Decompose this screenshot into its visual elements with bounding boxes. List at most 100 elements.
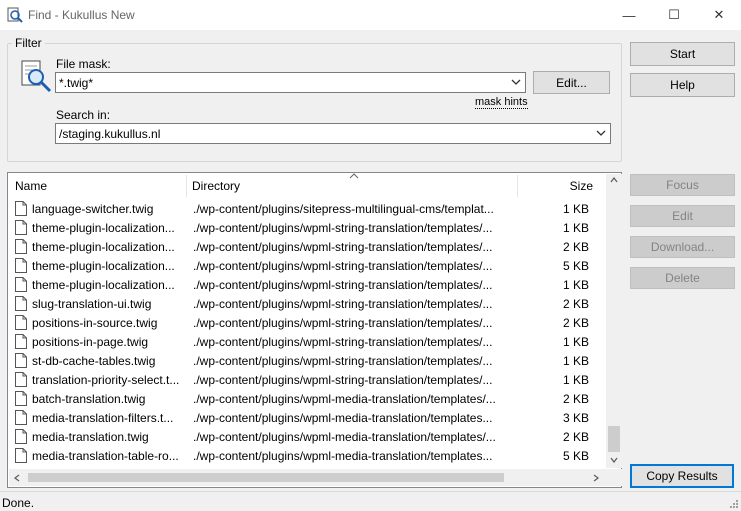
edit-mask-button[interactable]: Edit... bbox=[533, 71, 610, 94]
row-name: theme-plugin-localization... bbox=[32, 259, 175, 273]
scroll-down-icon[interactable] bbox=[610, 457, 618, 463]
row-directory: ./wp-content/plugins/wpml-string-transla… bbox=[193, 240, 493, 254]
row-name: positions-in-source.twig bbox=[32, 316, 158, 330]
table-row[interactable]: theme-plugin-localization... ./wp-content… bbox=[9, 218, 604, 237]
table-row[interactable]: media-translation-filters.t... ./wp-conte… bbox=[9, 408, 604, 427]
table-row[interactable]: theme-plugin-localization... ./wp-content… bbox=[9, 275, 604, 294]
row-size: 3 KB bbox=[562, 411, 589, 425]
file-icon bbox=[15, 296, 27, 311]
mask-hints-link[interactable]: mask hints bbox=[475, 96, 528, 109]
row-name: slug-translation-ui.twig bbox=[32, 297, 152, 311]
row-name: theme-plugin-localization... bbox=[32, 278, 175, 292]
table-row[interactable]: media-translation-table-ro... ./wp-conten… bbox=[9, 446, 604, 465]
row-name: translation-priority-select.t... bbox=[32, 373, 180, 387]
chevron-down-icon[interactable] bbox=[511, 76, 521, 88]
file-icon bbox=[15, 315, 27, 330]
row-size: 1 KB bbox=[562, 202, 589, 216]
file-mask-label: File mask: bbox=[56, 57, 111, 71]
row-size: 5 KB bbox=[562, 259, 589, 273]
row-size: 2 KB bbox=[562, 316, 589, 330]
row-name: media-translation.twig bbox=[32, 430, 149, 444]
table-row[interactable]: theme-plugin-localization... ./wp-content… bbox=[9, 256, 604, 275]
find-icon bbox=[7, 7, 23, 23]
table-row[interactable]: media-translation.twig ./wp-content/plugi… bbox=[9, 427, 604, 446]
table-row[interactable]: translation-priority-select.t... ./wp-con… bbox=[9, 370, 604, 389]
row-name: theme-plugin-localization... bbox=[32, 221, 175, 235]
scrollbar-corner bbox=[606, 469, 622, 486]
horizontal-scroll-thumb[interactable] bbox=[28, 473, 504, 482]
delete-button[interactable]: Delete bbox=[630, 267, 735, 289]
filter-group-label: Filter bbox=[12, 36, 45, 50]
scroll-left-icon[interactable] bbox=[14, 474, 20, 482]
row-size: 1 KB bbox=[562, 354, 589, 368]
scroll-right-icon[interactable] bbox=[593, 474, 599, 482]
scroll-up-icon[interactable] bbox=[610, 177, 618, 183]
row-directory: ./wp-content/plugins/wpml-media-translat… bbox=[193, 392, 496, 406]
file-icon bbox=[15, 391, 27, 406]
chevron-down-icon[interactable] bbox=[596, 127, 606, 139]
search-in-label: Search in: bbox=[56, 108, 111, 122]
file-icon bbox=[15, 239, 27, 254]
row-name: batch-translation.twig bbox=[32, 392, 146, 406]
row-directory: ./wp-content/plugins/wpml-string-transla… bbox=[193, 259, 493, 273]
file-icon bbox=[15, 410, 27, 425]
column-header-size[interactable]: Size bbox=[522, 173, 593, 198]
row-size: 1 KB bbox=[562, 373, 589, 387]
results-list[interactable]: Name Directory Size language-switcher.tw… bbox=[7, 172, 622, 488]
row-name: positions-in-page.twig bbox=[32, 335, 149, 349]
row-size: 2 KB bbox=[562, 430, 589, 444]
row-directory: ./wp-content/plugins/wpml-string-transla… bbox=[193, 335, 493, 349]
row-name: st-db-cache-tables.twig bbox=[32, 354, 156, 368]
row-directory: ./wp-content/plugins/wpml-string-transla… bbox=[193, 278, 493, 292]
file-icon bbox=[15, 334, 27, 349]
magnifier-document-icon bbox=[21, 60, 52, 93]
row-directory: ./wp-content/plugins/wpml-string-transla… bbox=[193, 373, 493, 387]
file-mask-combobox[interactable]: *.twig* bbox=[55, 72, 526, 93]
help-button[interactable]: Help bbox=[630, 73, 735, 97]
status-text: Done. bbox=[2, 496, 35, 510]
column-header-name[interactable]: Name bbox=[15, 173, 185, 198]
row-directory: ./wp-content/plugins/wpml-string-transla… bbox=[193, 221, 493, 235]
row-directory: ./wp-content/plugins/wpml-string-transla… bbox=[193, 316, 493, 330]
row-directory: ./wp-content/plugins/wpml-media-translat… bbox=[193, 411, 493, 425]
file-icon bbox=[15, 258, 27, 273]
file-mask-value[interactable]: *.twig* bbox=[59, 76, 93, 90]
table-row[interactable]: st-db-cache-tables.twig ./wp-content/plug… bbox=[9, 351, 604, 370]
table-row[interactable]: positions-in-source.twig ./wp-content/plu… bbox=[9, 313, 604, 332]
file-icon bbox=[15, 277, 27, 292]
copy-results-button[interactable]: Copy Results bbox=[630, 464, 734, 488]
table-row[interactable]: slug-translation-ui.twig ./wp-content/plu… bbox=[9, 294, 604, 313]
resize-grip-icon[interactable] bbox=[729, 499, 739, 509]
file-icon bbox=[15, 353, 27, 368]
search-in-value[interactable]: /staging.kukullus.nl bbox=[59, 127, 160, 141]
maximize-button[interactable]: ☐ bbox=[651, 0, 697, 30]
row-directory: ./wp-content/plugins/wpml-media-translat… bbox=[193, 449, 493, 463]
file-icon bbox=[15, 220, 27, 235]
window-title: Find - Kukullus New bbox=[28, 8, 135, 22]
row-size: 2 KB bbox=[562, 240, 589, 254]
row-size: 1 KB bbox=[562, 221, 589, 235]
status-bar bbox=[0, 491, 741, 511]
table-row[interactable]: theme-plugin-localization... ./wp-content… bbox=[9, 237, 604, 256]
row-name: language-switcher.twig bbox=[32, 202, 154, 216]
start-button[interactable]: Start bbox=[630, 42, 735, 66]
focus-button[interactable]: Focus bbox=[630, 174, 735, 196]
vertical-scrollbar[interactable] bbox=[606, 174, 622, 468]
edit-button[interactable]: Edit bbox=[630, 205, 735, 227]
row-size: 2 KB bbox=[562, 297, 589, 311]
close-button[interactable]: ✕ bbox=[696, 0, 741, 30]
row-size: 1 KB bbox=[562, 278, 589, 292]
table-row[interactable]: language-switcher.twig ./wp-content/plugi… bbox=[9, 199, 604, 218]
row-directory: ./wp-content/plugins/wpml-string-transla… bbox=[193, 297, 493, 311]
vertical-scroll-thumb[interactable] bbox=[608, 426, 620, 452]
search-in-combobox[interactable]: /staging.kukullus.nl bbox=[55, 123, 611, 144]
file-icon bbox=[15, 372, 27, 387]
column-separator[interactable] bbox=[517, 175, 518, 197]
table-row[interactable]: positions-in-page.twig ./wp-content/plugi… bbox=[9, 332, 604, 351]
download-button[interactable]: Download... bbox=[630, 236, 735, 258]
minimize-button[interactable]: — bbox=[606, 0, 652, 30]
column-separator[interactable] bbox=[186, 175, 187, 197]
row-directory: ./wp-content/plugins/wpml-string-transla… bbox=[193, 354, 493, 368]
table-row[interactable]: batch-translation.twig ./wp-content/plugi… bbox=[9, 389, 604, 408]
sort-ascending-icon bbox=[349, 173, 359, 179]
